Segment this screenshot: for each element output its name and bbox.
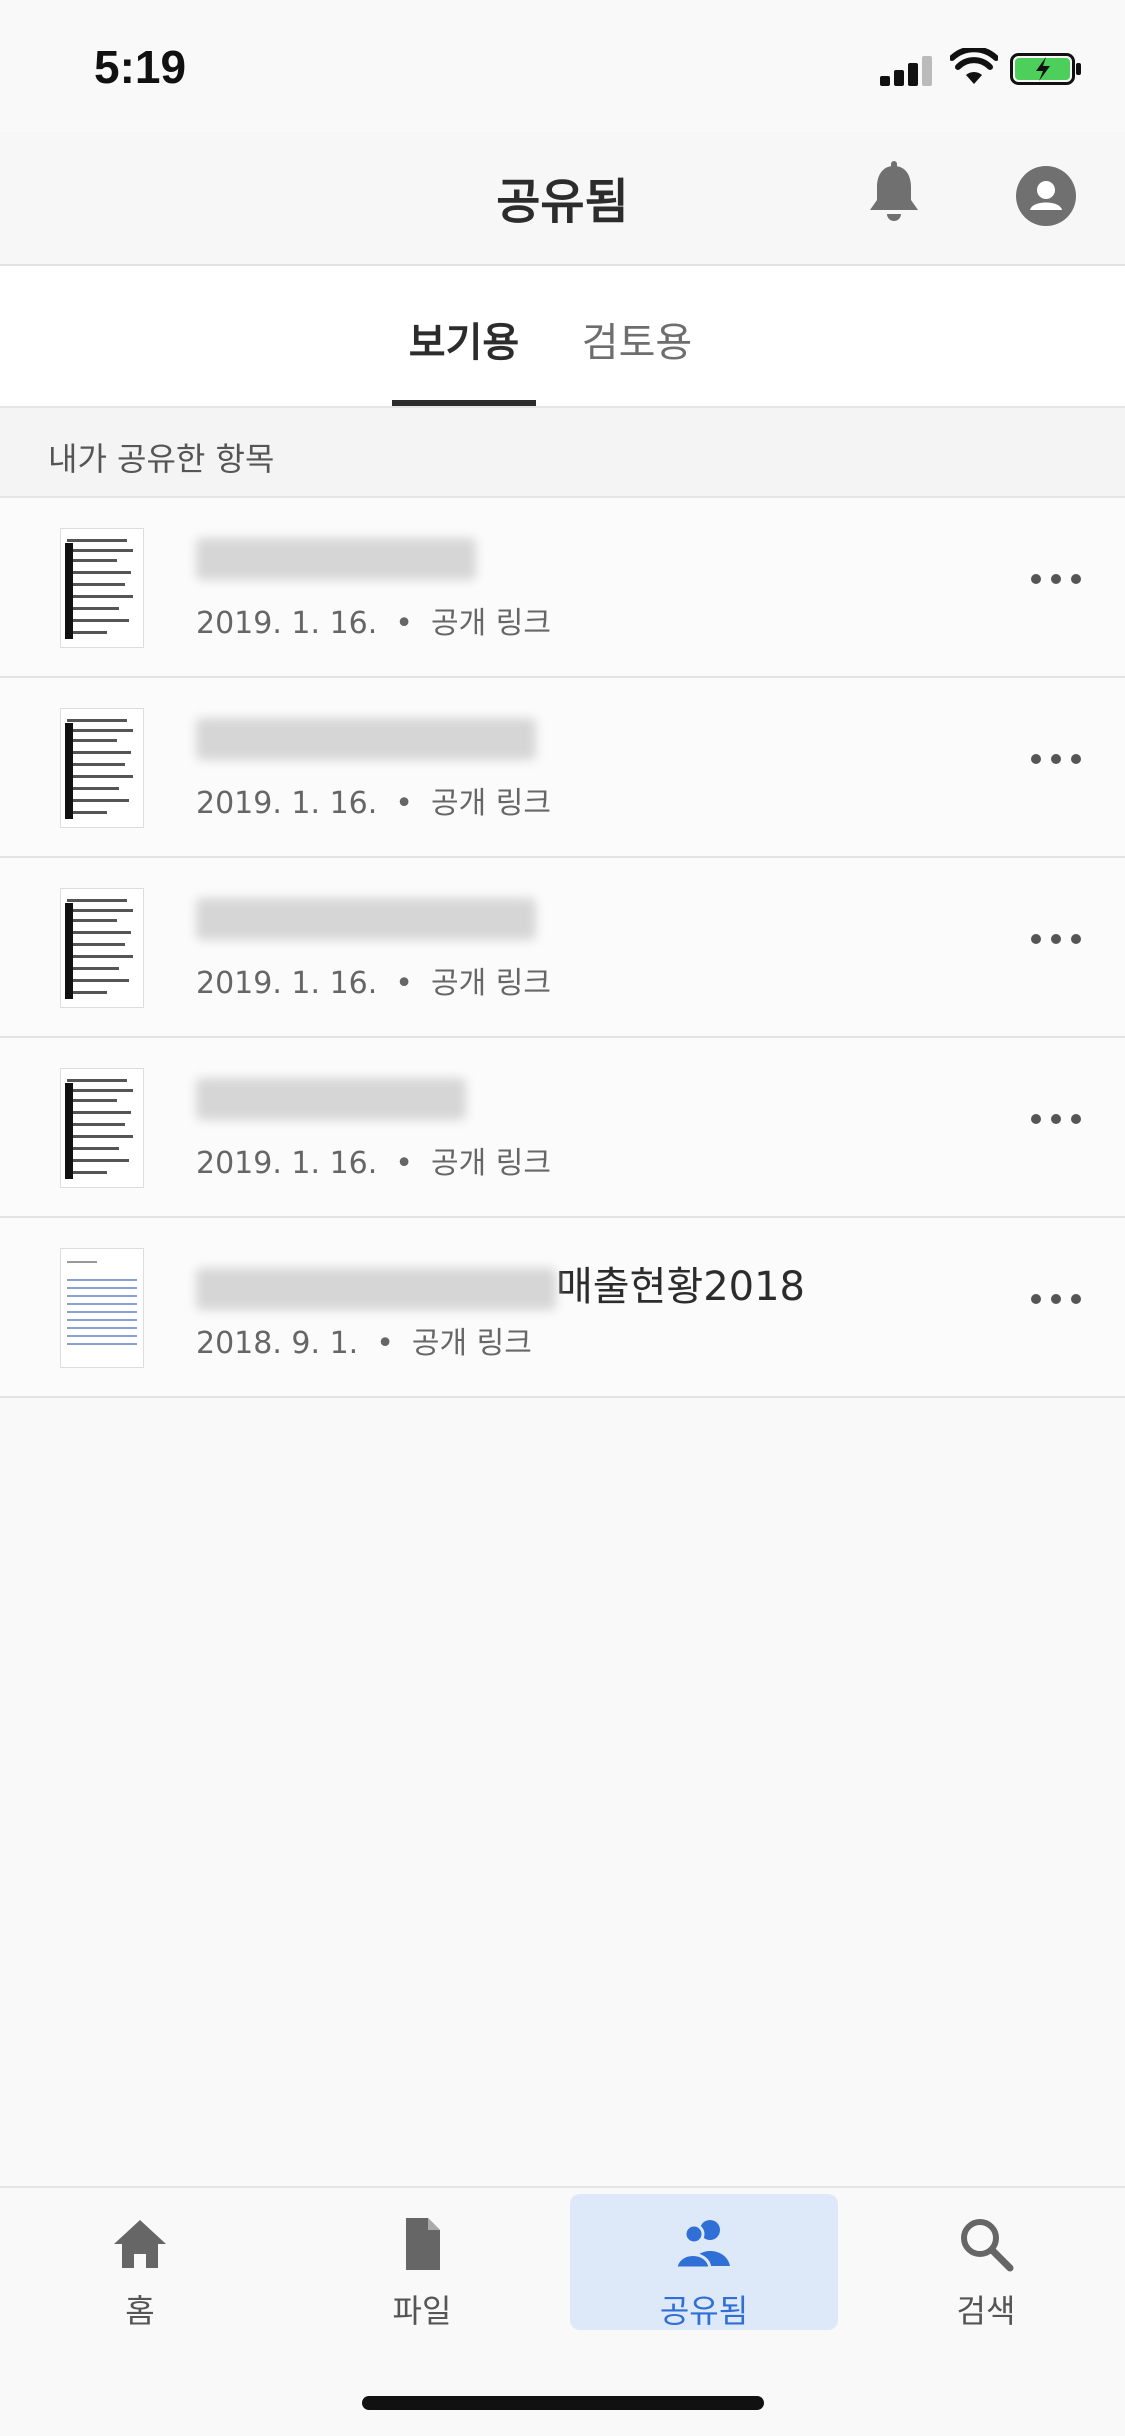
document-thumbnail <box>60 1068 144 1188</box>
home-icon <box>114 2220 166 2268</box>
wifi-icon <box>950 48 998 84</box>
bottom-nav-shared[interactable]: 공유됨 <box>570 2194 838 2330</box>
item-date: 2019. 1. 16. <box>196 1146 378 1181</box>
view-review-tabs: 보기용 검토용 <box>0 266 1125 408</box>
bottom-nav-search-label: 검색 <box>956 2292 1016 2330</box>
bottom-nav-home[interactable]: 홈 <box>6 2194 274 2330</box>
person-icon <box>1030 181 1062 210</box>
list-item[interactable]: 매출현황2018 2018. 9. 1. • 공개 링크 <box>0 1218 1125 1398</box>
item-date: 2019. 1. 16. <box>196 786 378 821</box>
more-options-icon[interactable] <box>1031 934 1081 946</box>
people-icon <box>674 2220 730 2270</box>
screen: 5:19 공유됨 보기용 검토용 내가 공유한 항목 2019. 1. 16. … <box>0 0 1125 2436</box>
item-name <box>196 1074 466 1124</box>
list-item[interactable]: 2019. 1. 16. • 공개 링크 <box>0 1038 1125 1218</box>
item-share-type: 공개 링크 <box>431 606 551 641</box>
item-meta: 2019. 1. 16. • 공개 링크 <box>196 1146 551 1181</box>
more-options-icon[interactable] <box>1031 1114 1081 1126</box>
more-options-icon[interactable] <box>1031 574 1081 586</box>
bottom-nav-files-label: 파일 <box>392 2292 452 2330</box>
section-title: 내가 공유한 항목 <box>48 440 275 478</box>
search-icon <box>961 2219 1014 2272</box>
spreadsheet-thumbnail <box>60 1248 144 1368</box>
item-share-type: 공개 링크 <box>411 1326 532 1361</box>
document-thumbnail <box>60 708 144 828</box>
section-header: 내가 공유한 항목 <box>0 408 1125 498</box>
bottom-nav-files[interactable]: 파일 <box>288 2194 556 2330</box>
shared-items-list: 2019. 1. 16. • 공개 링크 2019. 1. 16. • 공개 링크 <box>0 498 1125 1398</box>
page-title: 공유됨 <box>496 174 629 230</box>
file-icon <box>406 2218 440 2270</box>
list-item[interactable]: 2019. 1. 16. • 공개 링크 <box>0 858 1125 1038</box>
item-name <box>196 894 536 944</box>
item-date: 2019. 1. 16. <box>196 606 378 641</box>
item-name: 매출현황2018 <box>196 1254 805 1310</box>
item-name <box>196 714 536 764</box>
item-share-type: 공개 링크 <box>431 966 551 1001</box>
tab-review[interactable]: 검토용 <box>572 310 702 368</box>
item-meta: 2019. 1. 16. • 공개 링크 <box>196 606 551 641</box>
status-time: 5:19 <box>94 41 187 93</box>
item-name <box>196 534 476 584</box>
item-meta: 2019. 1. 16. • 공개 링크 <box>196 786 551 821</box>
item-date: 2019. 1. 16. <box>196 966 378 1001</box>
more-options-icon[interactable] <box>1031 1294 1081 1306</box>
tab-view[interactable]: 보기용 <box>392 310 536 368</box>
item-meta: 2018. 9. 1. • 공개 링크 <box>196 1326 532 1361</box>
item-date: 2018. 9. 1. <box>196 1326 359 1361</box>
navigation-bar: 공유됨 <box>0 132 1125 266</box>
battery-charging-icon <box>1010 53 1081 85</box>
bottom-nav-shared-label: 공유됨 <box>659 2292 749 2330</box>
profile-avatar-button[interactable] <box>1016 166 1076 226</box>
cellular-signal-icon <box>880 56 936 86</box>
item-meta: 2019. 1. 16. • 공개 링크 <box>196 966 551 1001</box>
status-bar: 5:19 <box>0 0 1125 132</box>
bottom-nav-home-label: 홈 <box>125 2292 155 2330</box>
document-thumbnail <box>60 888 144 1008</box>
more-options-icon[interactable] <box>1031 754 1081 766</box>
list-item[interactable]: 2019. 1. 16. • 공개 링크 <box>0 678 1125 858</box>
item-share-type: 공개 링크 <box>431 786 551 821</box>
document-thumbnail <box>60 528 144 648</box>
list-item[interactable]: 2019. 1. 16. • 공개 링크 <box>0 498 1125 678</box>
item-share-type: 공개 링크 <box>431 1146 551 1181</box>
active-tab-indicator <box>392 400 536 406</box>
bottom-nav-search[interactable]: 검색 <box>852 2194 1120 2330</box>
bell-icon[interactable] <box>866 160 922 224</box>
home-indicator <box>362 2396 764 2410</box>
